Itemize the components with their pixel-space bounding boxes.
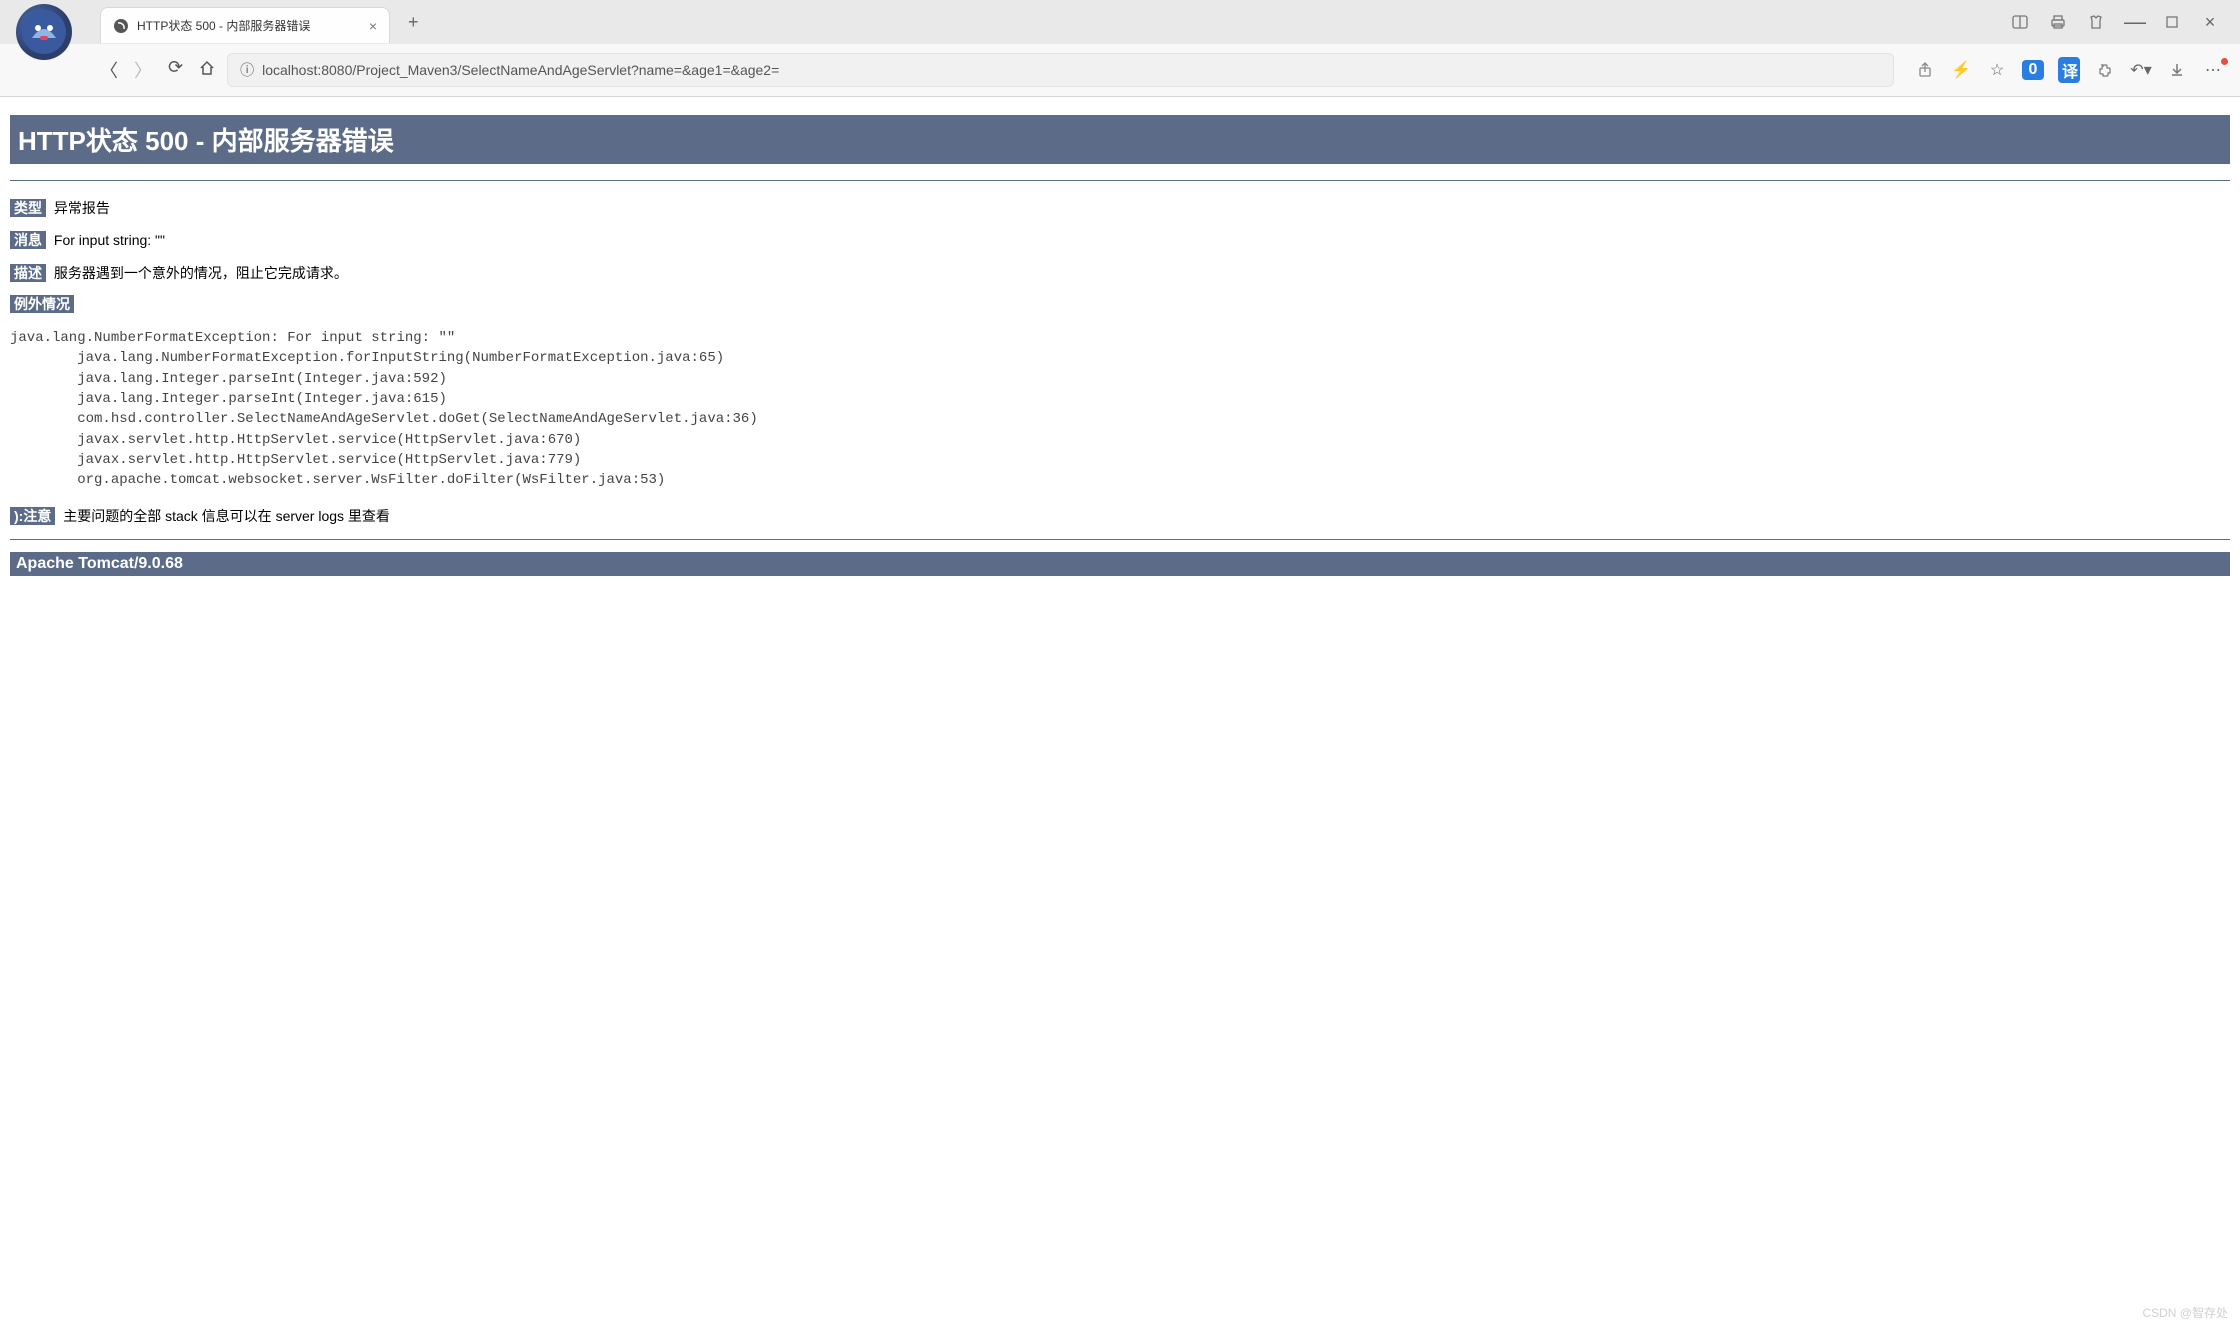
description-label: 描述 — [10, 264, 46, 282]
extensions-icon[interactable] — [2094, 61, 2116, 79]
note-label: ):注意 — [10, 507, 55, 525]
avatar[interactable] — [16, 4, 72, 60]
url-text: localhost:8080/Project_Maven3/SelectName… — [262, 62, 1881, 78]
tab-favicon-icon — [113, 18, 129, 34]
server-footer: Apache Tomcat/9.0.68 — [10, 552, 2230, 576]
maximize-button[interactable] — [2162, 13, 2182, 31]
exception-label: 例外情况 — [10, 295, 74, 313]
description-row: 描述 服务器遇到一个意外的情况，阻止它完成请求。 — [10, 262, 2230, 284]
url-bar[interactable]: ⓘ localhost:8080/Project_Maven3/SelectNa… — [227, 53, 1894, 87]
printer-icon[interactable] — [2048, 13, 2068, 31]
favorite-icon[interactable]: ☆ — [1986, 60, 2008, 80]
browser-chrome: HTTP状态 500 - 内部服务器错误 × + — × 〈 〉 ⟳ ⓘ loc… — [0, 0, 2240, 97]
message-label: 消息 — [10, 231, 46, 249]
close-window-button[interactable]: × — [2200, 12, 2220, 33]
type-value: 异常报告 — [54, 200, 110, 216]
nav-buttons: 〈 〉 ⟳ — [100, 57, 215, 83]
block-badge[interactable]: 0 — [2022, 60, 2044, 80]
description-value: 服务器遇到一个意外的情况，阻止它完成请求。 — [54, 265, 348, 281]
tshirt-icon[interactable] — [2086, 13, 2106, 31]
new-tab-button[interactable]: + — [400, 8, 427, 37]
more-menu-icon[interactable]: ⋯ — [2202, 60, 2224, 80]
note-row: ):注意 主要问题的全部 stack 信息可以在 server logs 里查看 — [10, 505, 2230, 527]
download-icon[interactable] — [2166, 61, 2188, 79]
toolbar-right: ⚡ ☆ 0 译 ↶▾ ⋯ — [1906, 57, 2224, 83]
exception-header: 例外情况 — [10, 294, 2230, 314]
page-content: HTTP状态 500 - 内部服务器错误 类型 异常报告 消息 For inpu… — [0, 97, 2240, 584]
forward-button[interactable]: 〉 — [134, 57, 152, 83]
divider — [10, 180, 2230, 181]
page-title: HTTP状态 500 - 内部服务器错误 — [10, 115, 2230, 164]
browser-tab[interactable]: HTTP状态 500 - 内部服务器错误 × — [100, 7, 390, 43]
translate-badge[interactable]: 译 — [2058, 57, 2080, 83]
lightning-icon[interactable]: ⚡ — [1950, 60, 1972, 80]
home-button[interactable] — [199, 57, 215, 83]
type-label: 类型 — [10, 199, 46, 217]
site-info-icon[interactable]: ⓘ — [240, 60, 254, 80]
reload-button[interactable]: ⟳ — [168, 57, 183, 83]
back-button[interactable]: 〈 — [100, 57, 118, 83]
nav-toolbar: 〈 〉 ⟳ ⓘ localhost:8080/Project_Maven3/Se… — [0, 44, 2240, 96]
stacktrace: java.lang.NumberFormatException: For inp… — [10, 328, 2230, 490]
message-value: For input string: "" — [54, 232, 165, 248]
window-controls: — × — [2010, 12, 2240, 33]
note-value: 主要问题的全部 stack 信息可以在 server logs 里查看 — [63, 508, 390, 524]
undo-dropdown-icon[interactable]: ↶▾ — [2130, 60, 2152, 80]
minimize-button[interactable]: — — [2124, 17, 2144, 27]
type-row: 类型 异常报告 — [10, 197, 2230, 219]
panel-icon[interactable] — [2010, 13, 2030, 31]
close-tab-icon[interactable]: × — [369, 18, 377, 34]
watermark: CSDN @智存处 — [2142, 1304, 2228, 1321]
tab-bar: HTTP状态 500 - 内部服务器错误 × + — × — [0, 0, 2240, 44]
tab-title: HTTP状态 500 - 内部服务器错误 — [137, 17, 310, 34]
divider-bottom — [10, 539, 2230, 540]
share-icon[interactable] — [1914, 61, 1936, 79]
message-row: 消息 For input string: "" — [10, 229, 2230, 251]
